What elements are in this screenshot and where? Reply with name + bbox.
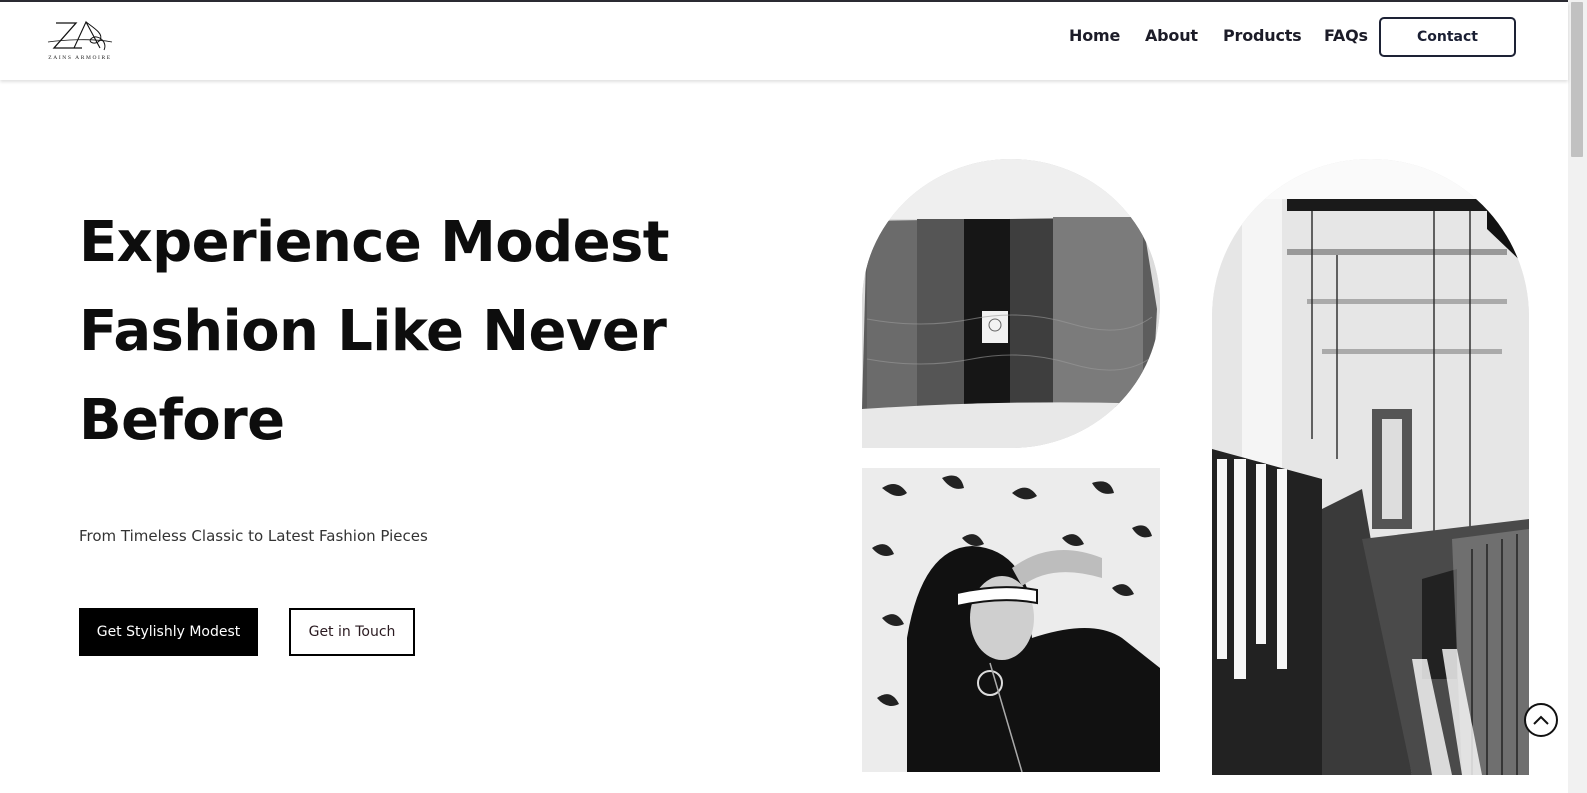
get-in-touch-button[interactable]: Get in Touch xyxy=(289,608,415,656)
get-stylishly-modest-button[interactable]: Get Stylishly Modest xyxy=(79,608,258,656)
woman-image xyxy=(862,468,1160,772)
chevron-up-icon xyxy=(1533,715,1549,725)
logo-text: ZAINS ARMOIRE xyxy=(48,55,112,61)
fabric-image xyxy=(862,159,1160,448)
contact-button[interactable]: Contact xyxy=(1379,17,1516,57)
hero-title-line-2: Fashion Like Never xyxy=(79,299,667,364)
store-image xyxy=(1212,159,1529,775)
nav-faqs[interactable]: FAQs xyxy=(1324,26,1368,45)
hero-subtitle: From Timeless Classic to Latest Fashion … xyxy=(79,527,428,545)
scrollbar-thumb[interactable] xyxy=(1571,2,1583,157)
site-header: ZAINS ARMOIRE Home About Products FAQs C… xyxy=(0,2,1568,80)
scroll-to-top-button[interactable] xyxy=(1524,703,1558,737)
hero-title: Experience Modest Fashion Like Never Bef… xyxy=(79,198,719,465)
nav-home[interactable]: Home xyxy=(1069,26,1120,45)
nav-products[interactable]: Products xyxy=(1223,26,1302,45)
nav-about[interactable]: About xyxy=(1145,26,1198,45)
hero-title-line-1: Experience Modest xyxy=(79,210,670,275)
logo[interactable]: ZAINS ARMOIRE xyxy=(42,18,118,64)
hero-title-line-3: Before xyxy=(79,388,285,453)
page: ZAINS ARMOIRE Home About Products FAQs C… xyxy=(0,0,1587,793)
logo-mark-icon xyxy=(47,20,113,51)
